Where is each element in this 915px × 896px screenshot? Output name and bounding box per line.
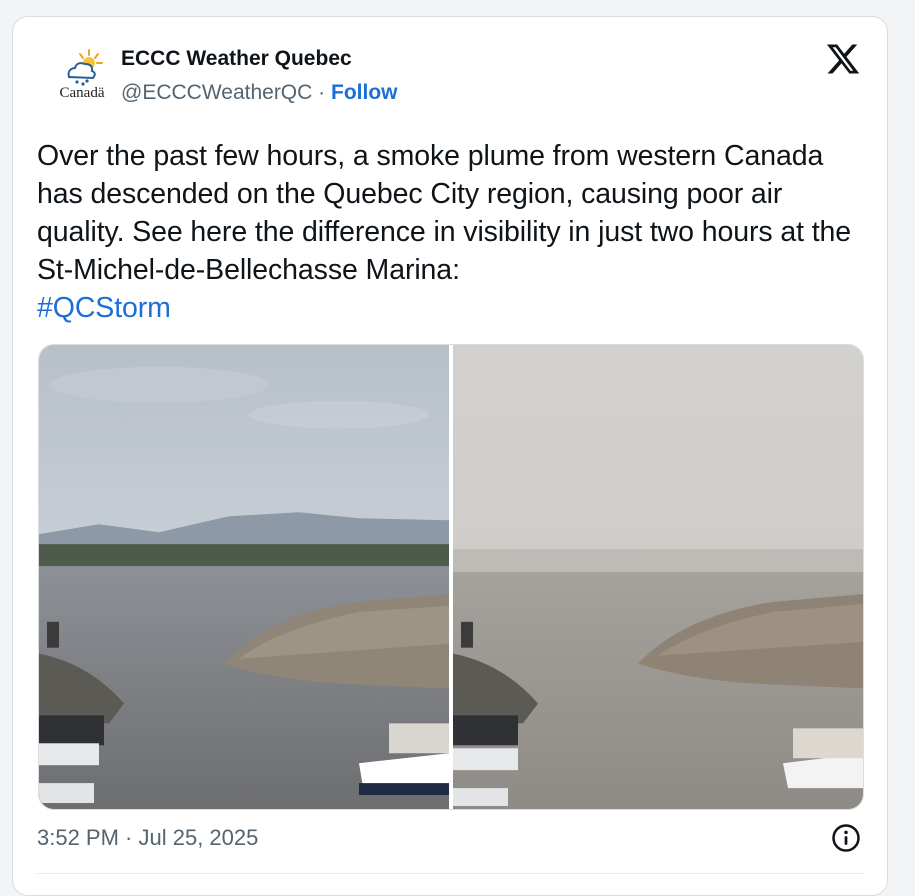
x-logo-icon[interactable] [825, 41, 861, 77]
follow-button[interactable]: Follow [331, 81, 398, 104]
account-handle[interactable]: @ECCCWeatherQC [121, 81, 312, 104]
separator: · [318, 81, 326, 104]
photo-clear-sky[interactable] [39, 345, 449, 809]
tweet-media[interactable] [38, 344, 864, 810]
weather-cloud-sun-icon [67, 49, 103, 86]
canada-wordmark: Canadä [59, 85, 105, 101]
divider [37, 873, 863, 874]
info-icon[interactable] [831, 823, 861, 853]
hashtag-link[interactable]: #QCStorm [37, 292, 171, 324]
tweet-timestamp[interactable]: 3:52 PM · Jul 25, 2025 [37, 825, 258, 851]
account-display-name[interactable]: ECCC Weather Quebec [121, 47, 352, 71]
account-avatar[interactable]: Canadä [49, 47, 115, 109]
tweet-card: Canadä ECCC Weather Quebec @ECCCWeatherQ… [12, 16, 888, 896]
account-handle-row: @ECCCWeatherQC · Follow [121, 81, 398, 105]
tweet-header: Canadä ECCC Weather Quebec @ECCCWeatherQ… [13, 17, 887, 117]
tweet-body: Over the past few hours, a smoke plume f… [37, 137, 872, 327]
tweet-text: Over the past few hours, a smoke plume f… [37, 140, 852, 286]
photo-smoke-haze[interactable] [453, 345, 864, 809]
